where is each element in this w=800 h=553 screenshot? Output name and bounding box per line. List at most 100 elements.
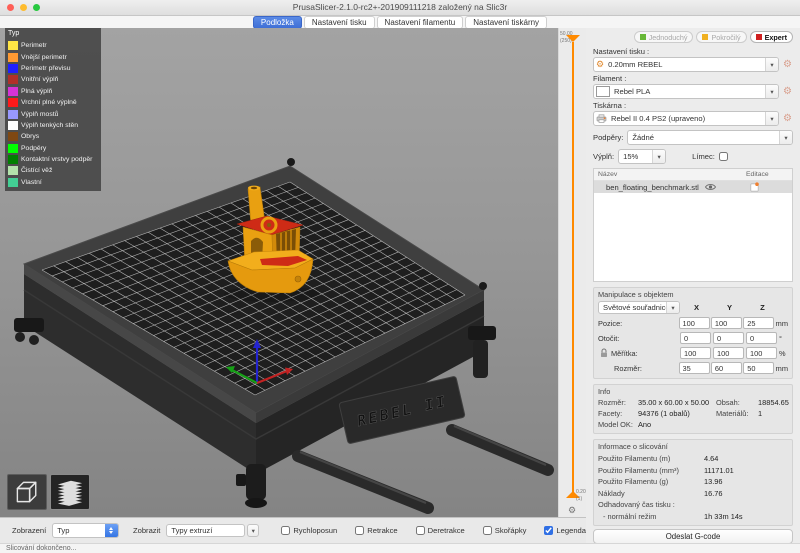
printer-value: Rebel II 0.4 PS2 (upraveno): [607, 114, 765, 123]
edit-print-settings-gear-icon[interactable]: ⚙: [782, 59, 793, 70]
show-feature-combo[interactable]: Typy extruzí: [166, 524, 245, 537]
scale-y-field[interactable]: [713, 347, 744, 359]
size-x-field[interactable]: [679, 362, 710, 374]
info-panel: Info Rozměr: 35.00 x 60.00 x 50.00 Obsah…: [593, 384, 793, 434]
chevron-down-icon[interactable]: ▾: [652, 150, 665, 163]
column-name: Název: [594, 171, 746, 178]
printer-icon: [596, 114, 607, 123]
info-facets: 94376 (1 obalů): [638, 409, 716, 418]
layers-icon: [54, 478, 86, 506]
filament-combo[interactable]: Rebel PLA ▾: [593, 84, 779, 99]
supports-value: Žádné: [628, 133, 779, 142]
legend-checkbox[interactable]: [544, 526, 553, 535]
tab-plater[interactable]: Podložka: [253, 16, 302, 29]
info-title: Info: [598, 387, 788, 397]
size-row: Rozměr: mm: [598, 362, 788, 374]
send-gcode-button[interactable]: Odeslat G-code: [593, 529, 793, 544]
close-button[interactable]: [7, 4, 14, 11]
chevron-down-icon[interactable]: ▾: [666, 302, 679, 313]
axis-z-header: Z: [746, 303, 779, 312]
object-list-header: Název Editace: [594, 169, 792, 181]
scale-x-field[interactable]: [680, 347, 711, 359]
prusaslicer-window: PrusaSlicer-2.1.0-rc2+-201909111218 zalo…: [0, 0, 800, 553]
legend-item: Vlastní: [8, 177, 101, 188]
mode-expert-icon: [756, 34, 762, 40]
legend-item: Kontaktní vrstvy podpěr: [8, 154, 101, 165]
zoom-button[interactable]: [33, 4, 40, 11]
sliced-info-panel: Informace o slicování Použito Filamentu …: [593, 439, 793, 526]
edit-object-icon[interactable]: [750, 182, 792, 192]
info-volume: 18854.65: [758, 398, 788, 407]
shells-checkbox[interactable]: [483, 526, 492, 535]
edit-filament-gear-icon[interactable]: ⚙: [782, 86, 793, 97]
layer-slider-track[interactable]: [572, 42, 574, 492]
travel-checkbox-group: Rychloposun: [281, 526, 337, 535]
lock-icon[interactable]: [600, 348, 608, 358]
mode-expert-button[interactable]: Expert: [750, 31, 793, 43]
tab-printer-settings[interactable]: Nastavení tiskárny: [465, 16, 547, 29]
titlebar: PrusaSlicer-2.1.0-rc2+-201909111218 zalo…: [0, 0, 800, 16]
unretractions-checkbox[interactable]: [416, 526, 425, 535]
tab-print-settings[interactable]: Nastavení tisku: [304, 16, 375, 29]
view-3d-button[interactable]: [7, 474, 47, 510]
supports-combo[interactable]: Žádné ▾: [627, 130, 793, 145]
status-text: Slicování dokončeno...: [6, 545, 76, 552]
legend-item: Perimetr: [8, 40, 101, 51]
scale-row: Měřítka: %: [598, 347, 788, 359]
object-manipulation-panel: Manipulace s objektem Světové souřadnice…: [593, 287, 793, 379]
3d-viewport[interactable]: REBEL II: [0, 28, 558, 517]
print-settings-label: Nastavení tisku :: [593, 47, 793, 56]
rotate-x-field[interactable]: [680, 332, 711, 344]
edit-printer-gear-icon[interactable]: ⚙: [782, 113, 793, 124]
scale-z-field[interactable]: [746, 347, 777, 359]
position-z-field[interactable]: [743, 317, 774, 329]
size-y-field[interactable]: [711, 362, 742, 374]
window-controls: [7, 4, 40, 11]
legend-checkbox-group: Legenda: [544, 526, 586, 535]
cost: 16.76: [704, 489, 788, 498]
rotate-z-field[interactable]: [746, 332, 777, 344]
info-manifold: Ano: [638, 420, 716, 429]
rotate-y-field[interactable]: [713, 332, 744, 344]
filament-color-swatch: [596, 86, 610, 97]
bottom-toolbar: Zobrazení Typ Zobrazit Typy extruzí ▾ Ry…: [0, 517, 586, 543]
color-chip: [8, 75, 18, 84]
coordinate-system-combo[interactable]: Světové souřadnice ▾: [598, 301, 680, 314]
slider-settings-gear-icon[interactable]: ⚙: [568, 505, 576, 516]
chevron-down-icon[interactable]: ▾: [779, 131, 792, 144]
layer-slider-upper-handle[interactable]: [566, 35, 580, 42]
color-chip: [8, 155, 18, 164]
brim-checkbox[interactable]: [719, 152, 728, 161]
tab-filament-settings[interactable]: Nastavení filamentu: [377, 16, 464, 29]
legend-item: Výplň mostů: [8, 108, 101, 119]
print-settings-combo[interactable]: ⚙ 0.20mm REBEL ▾: [593, 57, 779, 72]
status-bar: Slicování dokončeno...: [0, 543, 800, 553]
mode-advanced-button[interactable]: Pokročilý: [696, 31, 746, 43]
size-z-field[interactable]: [743, 362, 774, 374]
legend-item: Čistící věž: [8, 165, 101, 176]
object-row[interactable]: ben_floating_benchmark.stl: [594, 181, 792, 193]
sliced-info-title: Informace o slicování: [598, 442, 788, 452]
view-select[interactable]: Typ: [52, 523, 119, 538]
eye-icon[interactable]: [705, 183, 716, 191]
position-y-field[interactable]: [711, 317, 742, 329]
rotate-row: Otočit: °: [598, 332, 788, 344]
color-chip: [8, 41, 18, 50]
object-name: ben_floating_benchmark.stl: [594, 183, 699, 192]
chevron-down-icon[interactable]: ▾: [247, 524, 259, 537]
color-chip: [8, 64, 18, 73]
infill-combo[interactable]: 15% ▾: [618, 149, 666, 164]
retractions-checkbox[interactable]: [355, 526, 364, 535]
color-chip: [8, 87, 18, 96]
position-x-field[interactable]: [679, 317, 710, 329]
chevron-down-icon[interactable]: ▾: [765, 112, 778, 125]
minimize-button[interactable]: [20, 4, 27, 11]
printer-combo[interactable]: Rebel II 0.4 PS2 (upraveno) ▾: [593, 111, 779, 126]
info-size: 35.00 x 60.00 x 50.00: [638, 398, 716, 407]
travel-checkbox[interactable]: [281, 526, 290, 535]
chevron-down-icon[interactable]: ▾: [765, 85, 778, 98]
view-layers-button[interactable]: [50, 474, 90, 510]
mode-simple-button[interactable]: Jednoduchý: [634, 31, 694, 43]
chevron-down-icon[interactable]: ▾: [765, 58, 778, 71]
cube-icon: [12, 478, 42, 506]
